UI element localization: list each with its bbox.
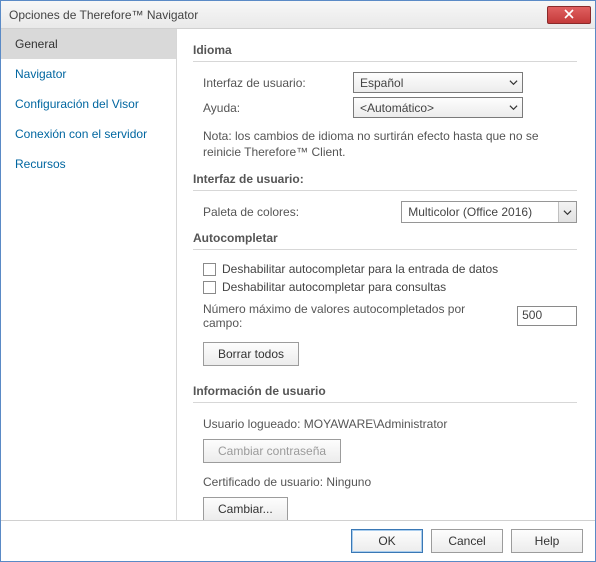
change-certificate-button[interactable]: Cambiar...: [203, 497, 288, 520]
select-value: Español: [360, 76, 403, 90]
checkbox-disable-query[interactable]: Deshabilitar autocompletar para consulta…: [193, 278, 577, 296]
sidebar-item-label: Configuración del Visor: [15, 97, 139, 111]
content-panel: Idioma Interfaz de usuario: Español Ayud…: [177, 29, 595, 520]
clear-all-button[interactable]: Borrar todos: [203, 342, 299, 366]
chevron-down-icon: [509, 78, 518, 87]
ok-button[interactable]: OK: [351, 529, 423, 553]
row-help-language: Ayuda: <Automático>: [193, 97, 577, 118]
label-ui-language: Interfaz de usuario:: [193, 76, 353, 90]
section-heading-userinfo: Información de usuario: [193, 380, 577, 403]
row-max-autocomplete: Número máximo de valores autocompletados…: [193, 296, 577, 336]
section-heading-language: Idioma: [193, 39, 577, 62]
chevron-down-icon: [509, 103, 518, 112]
dialog-footer: OK Cancel Help: [1, 520, 595, 561]
logged-user-line: Usuario logueado: MOYAWARE\Administrator: [193, 413, 577, 433]
language-note: Nota: los cambios de idioma no surtirán …: [193, 122, 577, 164]
label-color-palette: Paleta de colores:: [193, 205, 341, 219]
logged-user-label: Usuario logueado:: [203, 417, 300, 431]
close-icon: [564, 8, 574, 22]
sidebar-item-navigator[interactable]: Navigator: [1, 59, 176, 89]
section-heading-autocomplete: Autocompletar: [193, 227, 577, 250]
checkbox-icon: [203, 281, 216, 294]
close-button[interactable]: [547, 6, 591, 24]
certificate-value: Ninguno: [326, 475, 371, 489]
sidebar: General Navigator Configuración del Viso…: [1, 29, 177, 520]
label-help-language: Ayuda:: [193, 101, 353, 115]
select-ui-language[interactable]: Español: [353, 72, 523, 93]
input-max-autocomplete[interactable]: 500: [517, 306, 577, 326]
row-color-palette: Paleta de colores: Multicolor (Office 20…: [193, 201, 577, 223]
combo-color-palette[interactable]: Multicolor (Office 2016): [401, 201, 577, 223]
select-value: <Automático>: [360, 101, 434, 115]
window-title: Opciones de Therefore™ Navigator: [9, 8, 198, 22]
sidebar-item-label: Conexión con el servidor: [15, 127, 147, 141]
section-heading-ui: Interfaz de usuario:: [193, 168, 577, 191]
sidebar-item-viewer-config[interactable]: Configuración del Visor: [1, 89, 176, 119]
sidebar-item-server-connection[interactable]: Conexión con el servidor: [1, 119, 176, 149]
change-password-button[interactable]: Cambiar contraseña: [203, 439, 341, 463]
row-ui-language: Interfaz de usuario: Español: [193, 72, 577, 93]
sidebar-item-resources[interactable]: Recursos: [1, 149, 176, 179]
certificate-label: Certificado de usuario:: [203, 475, 323, 489]
help-button[interactable]: Help: [511, 529, 583, 553]
certificate-line: Certificado de usuario: Ninguno: [193, 471, 577, 491]
sidebar-item-label: Navigator: [15, 67, 66, 81]
select-help-language[interactable]: <Automático>: [353, 97, 523, 118]
chevron-down-icon: [558, 202, 576, 222]
cancel-button[interactable]: Cancel: [431, 529, 503, 553]
sidebar-item-general[interactable]: General: [1, 29, 176, 59]
sidebar-item-label: General: [15, 37, 58, 51]
checkbox-label: Deshabilitar autocompletar para consulta…: [222, 280, 446, 294]
checkbox-label: Deshabilitar autocompletar para la entra…: [222, 262, 498, 276]
checkbox-disable-entry[interactable]: Deshabilitar autocompletar para la entra…: [193, 260, 577, 278]
checkbox-icon: [203, 263, 216, 276]
logged-user-value: MOYAWARE\Administrator: [304, 417, 448, 431]
combo-value: Multicolor (Office 2016): [408, 205, 532, 219]
sidebar-item-label: Recursos: [15, 157, 66, 171]
titlebar: Opciones de Therefore™ Navigator: [1, 1, 595, 29]
dialog-body: General Navigator Configuración del Viso…: [1, 29, 595, 520]
dialog-window: Opciones de Therefore™ Navigator General…: [0, 0, 596, 562]
label-max-autocomplete: Número máximo de valores autocompletados…: [203, 302, 507, 330]
